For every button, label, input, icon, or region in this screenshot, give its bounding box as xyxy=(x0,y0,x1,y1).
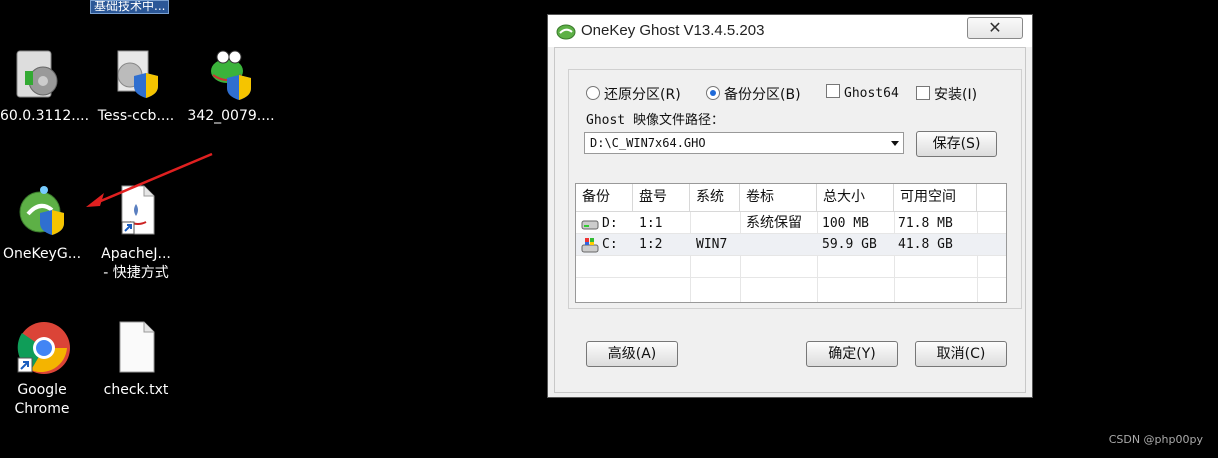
option-label: 安装(I) xyxy=(934,87,978,103)
table-header-divider xyxy=(576,211,1006,212)
table-header[interactable]: 备份 xyxy=(576,184,633,211)
table-header[interactable]: 系统 xyxy=(690,184,740,211)
checkbox-icon xyxy=(826,84,840,98)
close-icon: ✕ xyxy=(988,18,1002,37)
volume-label: 系统保留 xyxy=(746,215,802,231)
install-checkbox[interactable]: 安装(I) xyxy=(916,84,977,104)
ghost-path-value: D:\C_WIN7x64.GHO xyxy=(590,136,706,150)
onekey-ghost-window: OneKey Ghost V13.4.5.203 ✕ 还原分区(R) 备份分区(… xyxy=(547,14,1033,398)
table-header[interactable]: 盘号 xyxy=(633,184,690,211)
radio-selected-icon xyxy=(706,86,720,100)
cancel-button[interactable]: 取消(C) xyxy=(915,341,1007,367)
option-label: 备份分区(B) xyxy=(724,87,801,103)
ghost-path-label: Ghost 映像文件路径： xyxy=(586,113,724,128)
ghost-path-combobox[interactable]: D:\C_WIN7x64.GHO xyxy=(584,132,904,154)
desktop-icon-label: OneKeyG... xyxy=(2,246,82,262)
red-arrow-annotation xyxy=(86,152,213,207)
restore-partition-radio[interactable]: 还原分区(R) xyxy=(586,84,681,104)
grid-line xyxy=(576,255,1006,256)
windows-drive-icon xyxy=(581,237,599,253)
ghost64-checkbox[interactable]: Ghost64 xyxy=(826,84,899,101)
option-label: 还原分区(R) xyxy=(604,87,681,103)
advanced-button[interactable]: 高级(A) xyxy=(586,341,678,367)
desktop-icon-label: Google xyxy=(17,382,67,398)
table-header[interactable]: 可用空间 xyxy=(894,184,977,211)
desktop-icon-label: check.txt xyxy=(103,382,169,398)
save-button[interactable]: 保存(S) xyxy=(916,131,997,157)
window-title: OneKey Ghost V13.4.5.203 xyxy=(581,22,765,39)
desktop-icon-label: ApacheJ... xyxy=(101,246,171,262)
grid-line xyxy=(576,277,1006,278)
backup-partition-radio[interactable]: 备份分区(B) xyxy=(706,84,801,104)
table-header[interactable]: 卷标 xyxy=(740,184,817,211)
total-size: 100 MB xyxy=(822,216,869,231)
table-row[interactable]: C: 1:2 WIN7 59.9 GB 41.8 GB xyxy=(576,234,1006,255)
chrome-icon xyxy=(14,318,70,374)
window-titlebar[interactable]: OneKey Ghost V13.4.5.203 ✕ xyxy=(548,15,1032,47)
desktop-icon-label-line2: - 快捷方式 xyxy=(103,265,169,281)
drive-letter: D: xyxy=(602,216,618,231)
disk-number: 1:2 xyxy=(639,237,663,252)
csdn-watermark: CSDN @php00py xyxy=(1108,433,1203,446)
table-row[interactable]: D: 1:1 系统保留 100 MB 71.8 MB xyxy=(576,213,1006,234)
free-space: 41.8 GB xyxy=(898,237,953,252)
hard-drive-icon xyxy=(581,216,599,232)
dropdown-arrow-icon[interactable] xyxy=(891,141,899,146)
total-size: 59.9 GB xyxy=(822,237,877,252)
table-header[interactable]: 总大小 xyxy=(817,184,894,211)
app-logo-icon xyxy=(556,22,576,44)
partition-table[interactable]: 备份 盘号 系统 卷标 总大小 可用空间 D: 1:1 系统保留 100 MB … xyxy=(575,183,1007,303)
disk-number: 1:1 xyxy=(639,216,663,231)
ok-button[interactable]: 确定(Y) xyxy=(806,341,898,367)
close-button[interactable]: ✕ xyxy=(967,17,1023,39)
desktop-icon-label-line2: Chrome xyxy=(14,401,70,417)
option-label: Ghost64 xyxy=(844,86,899,101)
drive-letter: C: xyxy=(602,237,618,252)
free-space: 71.8 MB xyxy=(898,216,953,231)
checkbox-icon xyxy=(916,86,930,100)
radio-icon xyxy=(586,86,600,100)
system-name: WIN7 xyxy=(696,237,728,252)
text-file-icon xyxy=(108,318,164,374)
